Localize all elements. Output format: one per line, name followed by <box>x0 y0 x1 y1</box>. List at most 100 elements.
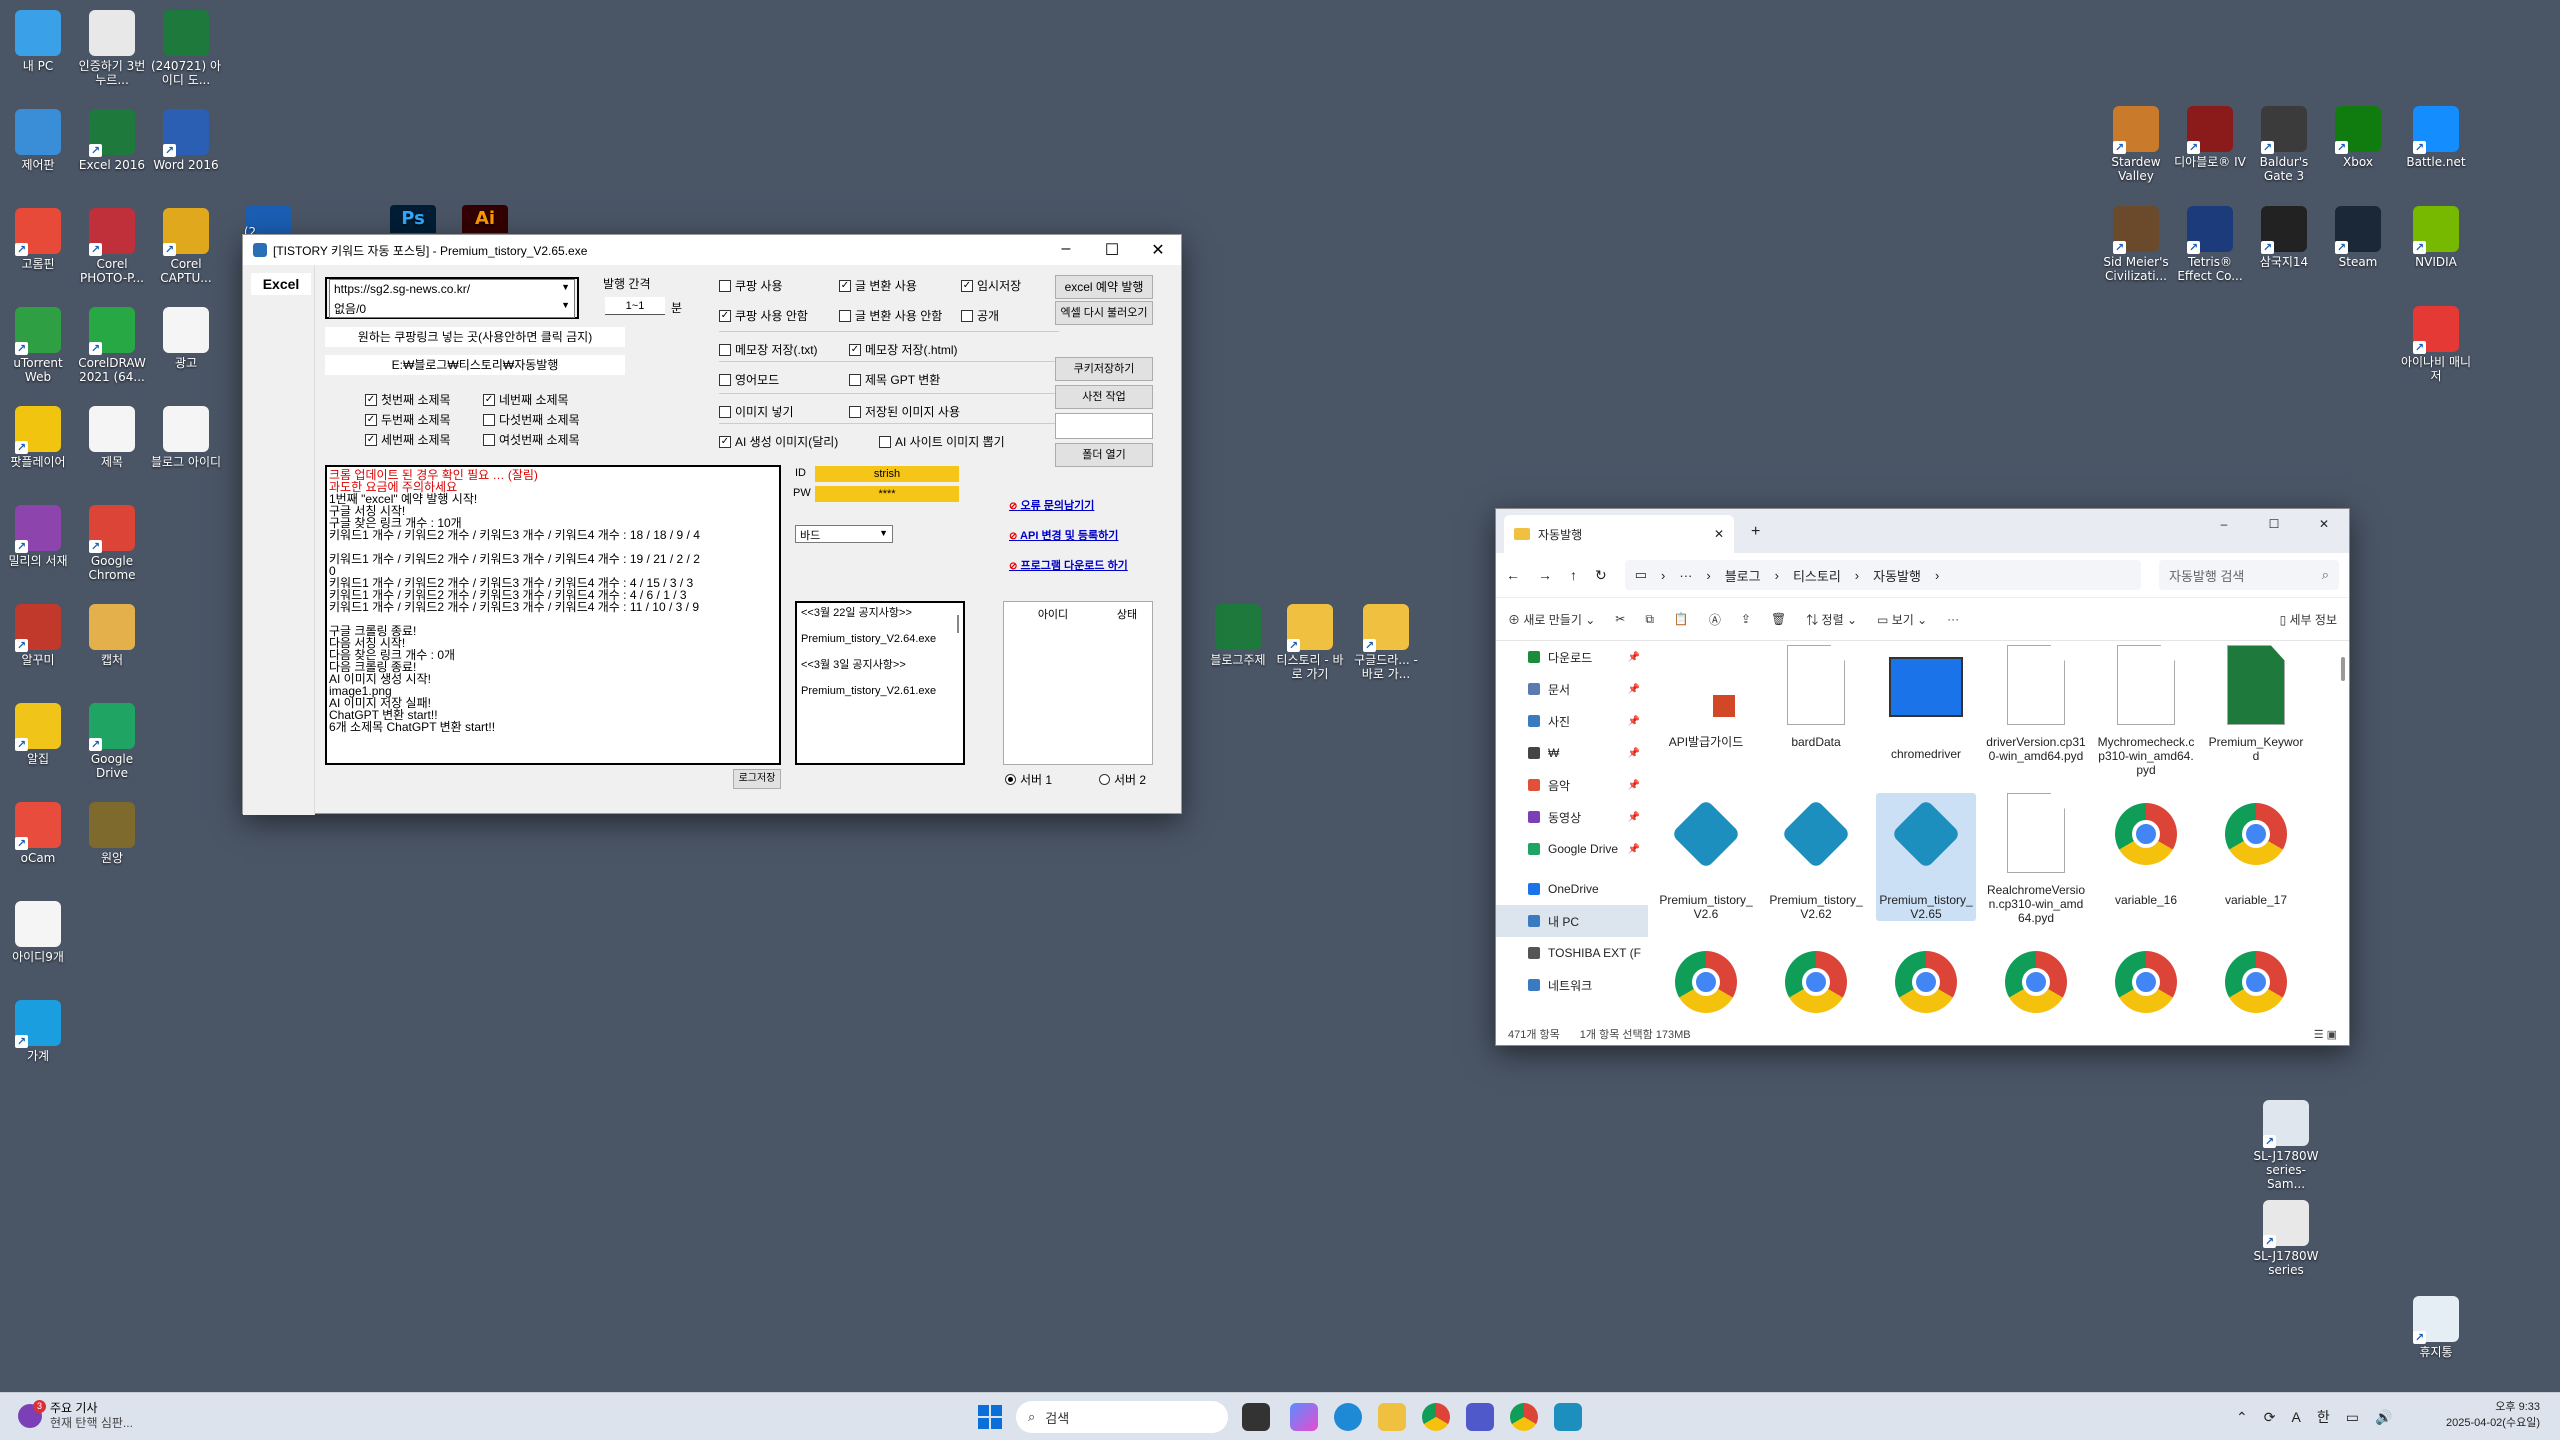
desktop-icon-left[interactable]: 인증하기 3번누르... <box>74 10 150 87</box>
up-icon[interactable]: ↑ <box>1570 567 1577 583</box>
option-combo[interactable]: 없음/0 ▼ <box>329 298 575 318</box>
desktop-icon-right[interactable]: Baldur's Gate 3 <box>2246 106 2322 183</box>
refresh-icon[interactable]: ↻ <box>1595 567 1607 584</box>
subhead-checkbox[interactable]: ✓ 세번째 소제목 <box>365 431 451 448</box>
desktop-icon-left[interactable]: uTorrent Web <box>0 307 76 384</box>
news-widget[interactable]: 3 주요 기사 현재 탄핵 심판... <box>18 1400 133 1431</box>
checkbox-box[interactable]: ✓ <box>719 435 731 448</box>
account-table[interactable]: 아이디 상태 <box>1003 601 1153 765</box>
checkbox-box[interactable] <box>849 373 861 386</box>
file-item[interactable]: Premium_tistory_V2.6 <box>1656 793 1756 921</box>
nav-item[interactable]: 다운로드 📌 <box>1496 641 1648 673</box>
breadcrumb-blog[interactable]: 블로그 <box>1725 566 1761 585</box>
desktop-icon-left[interactable]: Google Drive <box>74 703 150 780</box>
server-radio[interactable]: 서버 1 <box>1005 771 1052 788</box>
checkbox-box[interactable] <box>483 413 495 426</box>
dictionary-button[interactable]: 사전 작업 <box>1055 385 1153 409</box>
option-checkbox[interactable]: 저장된 이미지 사용 <box>849 403 960 420</box>
checkbox-box[interactable] <box>719 343 731 356</box>
desktop-icon-left[interactable]: 알꾸미 <box>0 604 76 667</box>
option-checkbox[interactable]: 공개 <box>961 307 999 324</box>
server-radio[interactable]: 서버 2 <box>1099 771 1146 788</box>
checkbox-box[interactable] <box>961 309 973 322</box>
new-button[interactable]: ⊕ 새로 만들기 ⌄ <box>1508 611 1595 628</box>
desktop-icon-left[interactable]: 팟플레이어 <box>0 406 76 469</box>
desktop-icon-left[interactable]: Word 2016 <box>148 109 224 172</box>
url-combo[interactable]: https://sg2.sg-news.co.kr/▼ <box>329 279 575 299</box>
view-button[interactable]: ▭ 보기 ⌄ <box>1877 611 1927 628</box>
radio-icon[interactable] <box>1099 774 1110 785</box>
app-link[interactable]: ⊘ 오류 문의남기기 <box>1009 497 1094 513</box>
desktop-icon-right[interactable]: Tetris® Effect Co... <box>2172 206 2248 283</box>
option-checkbox[interactable]: 쿠팡 사용 <box>719 277 783 294</box>
option-checkbox[interactable]: 글 변환 사용 안함 <box>839 307 942 324</box>
cut-icon[interactable]: ✂ <box>1615 612 1625 626</box>
app-titlebar[interactable]: [TISTORY 키워드 자동 포스팅] - Premium_tistory_V… <box>243 235 1181 265</box>
file-explorer-icon[interactable] <box>1378 1403 1406 1431</box>
desktop-icon-right[interactable]: Battle.net <box>2398 106 2474 169</box>
option-checkbox[interactable]: ✓ 글 변환 사용 <box>839 277 917 294</box>
file-item[interactable]: Premium_Keyword <box>2206 645 2306 763</box>
option-checkbox[interactable]: 이미지 넣기 <box>719 403 794 420</box>
desktop-icon-left[interactable]: Google Chrome <box>74 505 150 582</box>
nav-item[interactable]: 음악 📌 <box>1496 769 1648 801</box>
file-explorer-window[interactable]: 자동발행 ✕ + – ☐ ✕ ← → ↑ ↻ ▭ › ··· › 블로그 › 티스토리 ›… <box>1495 508 2350 1046</box>
minimize-icon[interactable]: – <box>2199 509 2249 539</box>
app-link[interactable]: ⊘ 프로그램 다운로드 하기 <box>1009 557 1128 573</box>
start-icon[interactable] <box>978 1405 1002 1429</box>
subhead-checkbox[interactable]: ✓ 첫번째 소제목 <box>365 391 451 408</box>
option-checkbox[interactable]: ✓ 쿠팡 사용 안함 <box>719 307 808 324</box>
option-checkbox[interactable]: 제목 GPT 변환 <box>849 371 940 388</box>
checkbox-box[interactable] <box>719 279 731 292</box>
desktop-icon-left[interactable]: 블로그 아이디 <box>148 406 224 469</box>
navigation-pane[interactable]: 다운로드 📌 문서 📌 사진 📌 ₩ 📌 음악 📌 동영상 📌 Google Drive 📌 OneDriv… <box>1496 641 1648 1021</box>
option-checkbox[interactable]: AI 사이트 이미지 뽑기 <box>879 433 1005 450</box>
file-item[interactable]: variable_17 <box>2206 793 2306 907</box>
close-tab-icon[interactable]: ✕ <box>1714 527 1724 541</box>
breadcrumb-auto[interactable]: 자동발행 <box>1873 566 1921 585</box>
nav-item[interactable]: 내 PC <box>1496 905 1648 937</box>
desktop-icon-mid[interactable]: 티스토리 - 바로 가기 <box>1272 604 1348 681</box>
desktop-icon-mid[interactable]: 블로그주제 <box>1200 604 1276 667</box>
checkbox-box[interactable] <box>839 309 851 322</box>
log-save-button[interactable]: 로그저장 <box>733 769 781 789</box>
details-button[interactable]: ▯ 세부 정보 <box>2280 611 2337 628</box>
option-checkbox[interactable]: ✓ 임시저장 <box>961 277 1021 294</box>
interval-input[interactable]: 1~1 <box>605 297 665 315</box>
log-textarea[interactable]: 크롬 업데이트 된 경우 확인 필요 … (잘림) 과도한 요금에 주의하세요 1번… <box>325 465 781 765</box>
checkbox-box[interactable] <box>879 435 891 448</box>
subhead-checkbox[interactable]: 여섯번째 소제목 <box>483 431 580 448</box>
file-item[interactable]: driverVersion.cp310-win_amd64.pyd <box>1986 645 2086 763</box>
back-icon[interactable]: ← <box>1506 567 1520 583</box>
breadcrumb-tistory[interactable]: 티스토리 <box>1793 566 1841 585</box>
desktop-icon-left[interactable]: Corel PHOTO-P... <box>74 208 150 285</box>
checkbox-box[interactable] <box>719 373 731 386</box>
blank-input[interactable] <box>1055 413 1153 439</box>
radio-icon[interactable] <box>1005 774 1016 785</box>
option-checkbox[interactable]: 메모장 저장(.txt) <box>719 341 818 358</box>
clock[interactable]: 오후 9:33 2025-04-02(수요일) <box>2424 1399 2540 1431</box>
tray-a[interactable]: A <box>2291 1409 2300 1425</box>
file-item[interactable]: API발급가이드 <box>1656 645 1756 749</box>
save-path-input[interactable]: E:₩블로그₩티스토리₩자동발행 <box>325 355 625 375</box>
forward-icon[interactable]: → <box>1538 567 1552 583</box>
maximize-icon[interactable]: ☐ <box>1089 240 1135 260</box>
desktop-icon-left[interactable]: CorelDRAW 2021 (64... <box>74 307 150 384</box>
checkbox-box[interactable] <box>719 405 731 418</box>
file-item[interactable]: Mychromecheck.cp310-win_amd64.pyd <box>2096 645 2196 777</box>
checkbox-box[interactable]: ✓ <box>365 433 377 446</box>
pw-input[interactable]: **** <box>815 486 959 502</box>
notice-textarea[interactable]: <<3월 22일 공지사항>> Premium_tistory_V2.64.exe… <box>795 601 965 765</box>
file-item[interactable]: Premium_tistory_V2.65 <box>1876 793 1976 921</box>
desktop-icon-left[interactable]: 원앙 <box>74 802 150 865</box>
teams-icon[interactable] <box>1466 1403 1494 1431</box>
desktop-icon-left[interactable]: 제어판 <box>0 109 76 172</box>
desktop-icon-left[interactable]: 광고 <box>148 307 224 370</box>
desktop-icon-right[interactable]: SL-J1780W series-Sam... <box>2248 1100 2324 1191</box>
sort-button[interactable]: ⇅ 정렬 ⌄ <box>1806 611 1857 628</box>
excel-reserve-button[interactable]: excel 예약 발행 <box>1055 275 1153 299</box>
desktop-icon-left[interactable]: Corel CAPTU... <box>148 208 224 285</box>
app-link[interactable]: ⊘ API 변경 및 등록하기 <box>1009 527 1118 543</box>
desktop-icon-left[interactable]: Excel 2016 <box>74 109 150 172</box>
chrome-icon[interactable] <box>1422 1403 1450 1431</box>
